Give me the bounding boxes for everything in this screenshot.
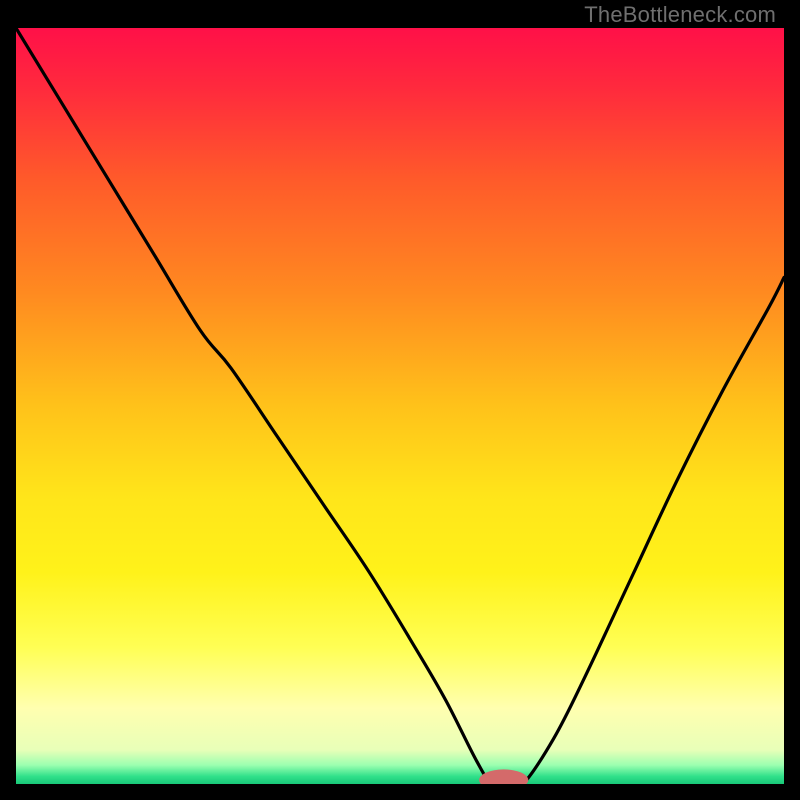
watermark-text: TheBottleneck.com [584, 2, 776, 28]
chart-frame: TheBottleneck.com [0, 0, 800, 800]
plot-area [16, 28, 784, 784]
gradient-background [16, 28, 784, 784]
bottleneck-chart [16, 28, 784, 784]
